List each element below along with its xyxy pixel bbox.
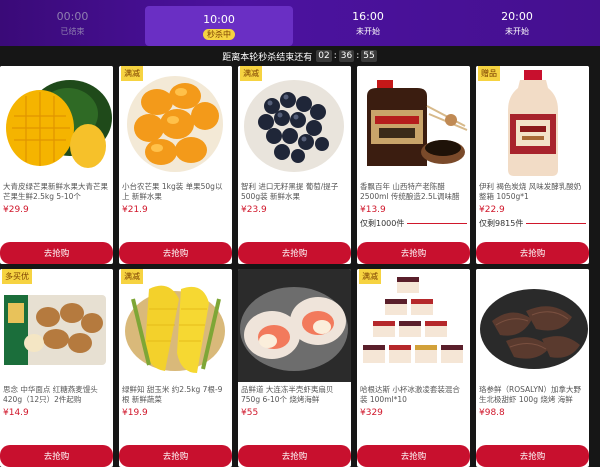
product-title: 珞参鲜（ROSALYN）加拿大野生北极甜虾 100g 烧烤 海鲜 bbox=[479, 385, 582, 404]
product-price: ¥22.9 bbox=[479, 205, 505, 215]
tab-0000[interactable]: 00:00 已结束 bbox=[0, 0, 145, 46]
product-title: 哈根达斯 小杯冰激凌套装混合装 100ml*10 bbox=[360, 385, 460, 404]
product-title: 绿鲜知 甜玉米 约2.5kg 7根-9根 新鲜蔬菜 bbox=[122, 385, 223, 404]
countdown-label: 距离本轮秒杀结束还有 bbox=[222, 52, 313, 63]
corn-image[interactable]: 满减 bbox=[119, 269, 232, 382]
tab-time: 16:00 bbox=[352, 9, 384, 23]
tab-time: 20:00 bbox=[501, 9, 533, 23]
buy-button[interactable]: 去抢购 bbox=[357, 242, 470, 264]
product-title: 思念 中华面点 红糖燕麦馒头 420g（12只）2件起购 bbox=[3, 385, 98, 404]
product-card[interactable]: 满减 哈根达斯 小杯冰激凌套装混合装 100ml*10 ¥329 去抢购 bbox=[357, 269, 470, 467]
buy-button[interactable]: 去抢购 bbox=[238, 445, 351, 467]
mango-image[interactable] bbox=[0, 66, 113, 179]
countdown-bar: 距离本轮秒杀结束还有 02 : 36 : 55 bbox=[222, 50, 377, 63]
stock-text: 仅剩9815件 bbox=[479, 218, 524, 228]
product-price: ¥98.8 bbox=[479, 408, 505, 418]
product-price: ¥14.9 bbox=[3, 408, 29, 418]
product-card[interactable]: 品鲜道 大连冻半壳虾夷扇贝 750g 6-10个 烧烤海鲜 ¥55 去抢购 bbox=[238, 269, 351, 467]
steamed-bun-image[interactable]: 多买优 bbox=[0, 269, 113, 382]
product-price: ¥55 bbox=[241, 408, 259, 418]
buy-button[interactable]: 去抢购 bbox=[119, 242, 232, 264]
vinegar-image[interactable] bbox=[357, 66, 470, 179]
product-card[interactable]: 多买优 思念 中华面点 红糖燕麦馒头 420g（12只）2件起购 ¥14.9 去… bbox=[0, 269, 113, 467]
countdown-minutes: 36 bbox=[338, 50, 355, 62]
product-price: ¥29.9 bbox=[3, 205, 29, 215]
session-tabs: 00:00 已结束 10:00 秒杀中 16:00 未开始 20:00 未开始 bbox=[0, 0, 600, 46]
tab-status: 已结束 bbox=[60, 26, 85, 36]
product-card[interactable]: 香飘百年 山西特产老陈醋 2500ml 传统酿造2.5L调味醋 ¥13.9 仅剩… bbox=[357, 66, 470, 264]
promo-tag: 满减 bbox=[121, 269, 143, 284]
tab-time: 10:00 bbox=[203, 12, 235, 26]
stock-remaining: 仅剩1000件 bbox=[357, 218, 470, 228]
product-title: 小台农芒果 1kg装 单果50g以上 新鲜水果 bbox=[122, 182, 223, 201]
product-price: ¥21.9 bbox=[122, 205, 148, 215]
product-title: 智利 进口无籽黑提 葡萄/提子 500g装 新鲜水果 bbox=[241, 182, 339, 201]
countdown-hours: 02 bbox=[316, 50, 332, 62]
product-price: ¥329 bbox=[360, 408, 383, 418]
small-mango-image[interactable]: 满减 bbox=[119, 66, 232, 179]
promo-tag: 赠品 bbox=[478, 66, 500, 81]
product-card[interactable]: 珞参鲜（ROSALYN）加拿大野生北极甜虾 100g 烧烤 海鲜 ¥98.8 去… bbox=[476, 269, 589, 467]
buy-button[interactable]: 去抢购 bbox=[0, 242, 113, 264]
scallop-image[interactable] bbox=[238, 269, 351, 382]
promo-tag: 满减 bbox=[121, 66, 143, 81]
product-price: ¥13.9 bbox=[360, 205, 386, 215]
product-card[interactable]: 赠品 伊利 褐色炭烧 风味发酵乳酸奶整箱 1050g*1 ¥22.9 仅剩981… bbox=[476, 66, 589, 264]
buy-button[interactable]: 去抢购 bbox=[0, 445, 113, 467]
stock-remaining: 仅剩9815件 bbox=[476, 218, 589, 228]
buy-button[interactable]: 去抢购 bbox=[357, 445, 470, 467]
product-price: ¥23.9 bbox=[241, 205, 267, 215]
countdown-seconds: 55 bbox=[361, 50, 377, 62]
product-title: 品鲜道 大连冻半壳虾夷扇贝 750g 6-10个 烧烤海鲜 bbox=[241, 385, 334, 404]
product-card[interactable]: 大青皮绿芒果新鲜水果大青芒果芒果生鲜2.5kg 5-10个 ¥29.9 去抢购 bbox=[0, 66, 113, 264]
product-price: ¥19.9 bbox=[122, 408, 148, 418]
ice-cream-image[interactable]: 满减 bbox=[357, 269, 470, 382]
product-card[interactable]: 满减 绿鲜知 甜玉米 约2.5kg 7根-9根 新鲜蔬菜 ¥19.9 去抢购 bbox=[119, 269, 232, 467]
product-title: 大青皮绿芒果新鲜水果大青芒果芒果生鲜2.5kg 5-10个 bbox=[3, 182, 108, 201]
tab-status: 未开始 bbox=[356, 26, 380, 36]
tab-2000[interactable]: 20:00 未开始 bbox=[443, 0, 591, 46]
product-title: 伊利 褐色炭烧 风味发酵乳酸奶整箱 1050g*1 bbox=[479, 182, 582, 201]
product-card[interactable]: 满减 小台农芒果 1kg装 单果50g以上 新鲜水果 ¥21.9 去抢购 bbox=[119, 66, 232, 264]
grape-image[interactable]: 满减 bbox=[238, 66, 351, 179]
tab-status: 未开始 bbox=[505, 26, 529, 36]
tab-time: 00:00 bbox=[56, 9, 89, 23]
shrimp-image[interactable] bbox=[476, 269, 589, 382]
buy-button[interactable]: 去抢购 bbox=[119, 445, 232, 467]
promo-tag: 多买优 bbox=[2, 269, 32, 284]
product-title: 香飘百年 山西特产老陈醋 2500ml 传统酿造2.5L调味醋 bbox=[360, 182, 460, 201]
promo-tag: 满减 bbox=[359, 269, 381, 284]
tab-1000[interactable]: 10:00 秒杀中 bbox=[145, 6, 293, 46]
tab-1600[interactable]: 16:00 未开始 bbox=[293, 0, 443, 46]
promo-tag: 满减 bbox=[240, 66, 262, 81]
buy-button[interactable]: 去抢购 bbox=[476, 242, 589, 264]
tab-status-badge: 秒杀中 bbox=[203, 28, 235, 40]
yogurt-image[interactable]: 赠品 bbox=[476, 66, 589, 179]
product-card[interactable]: 满减 智利 进口无籽黑提 葡萄/提子 500g装 新鲜水果 ¥23.9 去抢购 bbox=[238, 66, 351, 264]
stock-text: 仅剩1000件 bbox=[360, 218, 405, 228]
buy-button[interactable]: 去抢购 bbox=[476, 445, 589, 467]
buy-button[interactable]: 去抢购 bbox=[238, 242, 351, 264]
